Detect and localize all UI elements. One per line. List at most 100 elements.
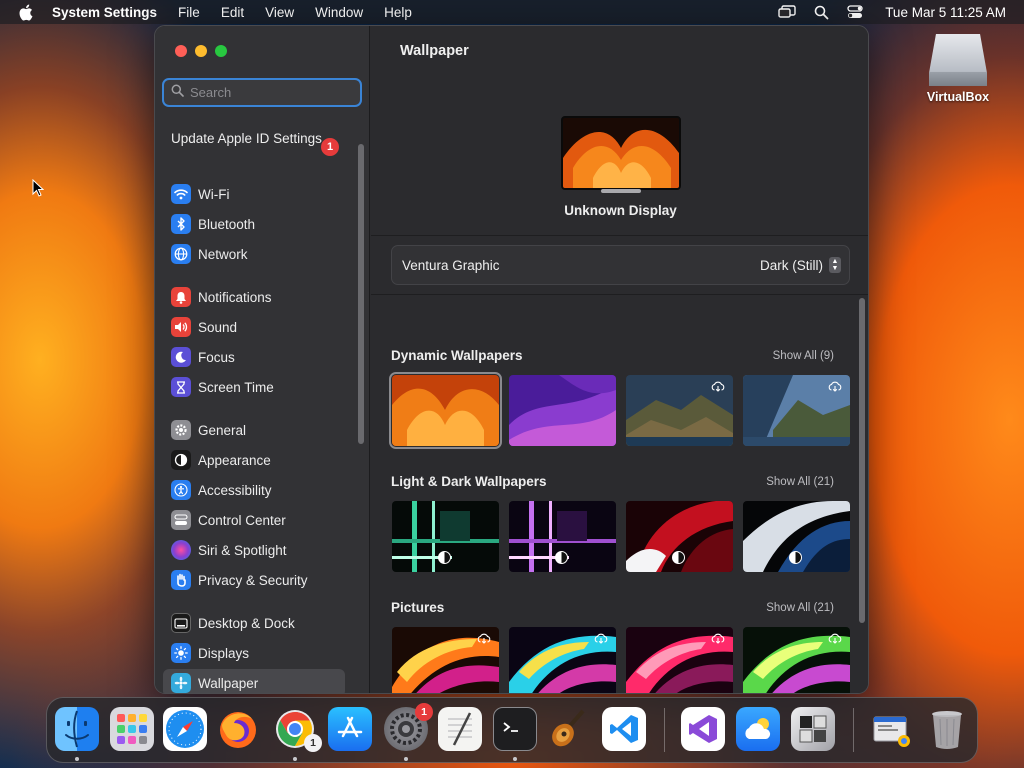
trash-icon[interactable]	[925, 707, 969, 751]
sidebar-item-label: Displays	[198, 645, 250, 661]
utility-icon[interactable]	[791, 707, 835, 751]
control-center-icon[interactable]	[847, 5, 863, 19]
safari-icon[interactable]	[163, 707, 207, 751]
wallpaper-thumb-ventura[interactable]	[389, 372, 502, 449]
sidebar-item-wallpaper[interactable]: Wallpaper	[163, 669, 345, 693]
show-all-pictures-button[interactable]: Show All (21)	[766, 602, 834, 614]
sidebar-item-screen-time[interactable]: Screen Time	[163, 373, 345, 401]
dock: 1 1	[46, 697, 978, 763]
hourglass-icon	[171, 377, 191, 397]
dock-separator	[853, 708, 854, 752]
dock-separator	[664, 708, 665, 752]
download-cloud-icon[interactable]	[594, 631, 608, 649]
sidebar-item-label: Accessibility	[198, 482, 272, 498]
sidebar-item-general[interactable]: General	[163, 416, 345, 444]
menu-help[interactable]: Help	[384, 5, 412, 20]
display-preview-monitor[interactable]	[561, 116, 681, 190]
sidebar-scrollbar[interactable]	[358, 144, 364, 444]
spotlight-search-icon[interactable]	[814, 5, 829, 20]
wallpaper-thumb-picture-3[interactable]	[626, 627, 733, 693]
wallpaper-thumb-catalina[interactable]	[743, 375, 850, 446]
wallpaper-thumb-big-sur[interactable]	[626, 375, 733, 446]
visual-studio-icon[interactable]	[681, 707, 725, 751]
sidebar-item-appearance[interactable]: Appearance	[163, 446, 345, 474]
notification-badge: 1	[321, 138, 339, 156]
close-window-button[interactable]	[175, 45, 187, 57]
sidebar: Update Apple ID Settings 1 Wi-Fi Bluetoo…	[155, 26, 370, 693]
wallpaper-thumb-light-dark-1[interactable]	[392, 501, 499, 572]
sidebar-item-sound[interactable]: Sound	[163, 313, 345, 341]
menu-view[interactable]: View	[265, 5, 294, 20]
wallpaper-thumb-picture-4[interactable]	[743, 627, 850, 693]
search-field[interactable]	[162, 78, 362, 107]
appearance-mode-popup[interactable]: Dark (Still)	[760, 258, 823, 273]
desktop-icon-virtualbox[interactable]: VirtualBox	[918, 34, 998, 104]
download-cloud-icon[interactable]	[711, 631, 725, 649]
apple-menu-icon[interactable]	[18, 4, 36, 21]
download-cloud-icon[interactable]	[477, 631, 491, 649]
download-cloud-icon[interactable]	[828, 379, 842, 397]
sidebar-item-label: Desktop & Dock	[198, 615, 295, 631]
wallpaper-thumb-light-dark-2[interactable]	[509, 501, 616, 572]
sidebar-item-label: Wallpaper	[198, 675, 259, 691]
sidebar-item-displays[interactable]: Displays	[163, 639, 345, 667]
guitar-icon[interactable]	[547, 707, 591, 751]
moon-icon	[171, 347, 191, 367]
sun-icon	[171, 643, 191, 663]
bluetooth-icon	[171, 214, 191, 234]
control-center-icon	[171, 510, 191, 530]
sidebar-item-notifications[interactable]: Notifications	[163, 283, 345, 311]
desktop-icon-label: VirtualBox	[926, 90, 990, 104]
search-input[interactable]	[190, 85, 350, 100]
download-cloud-icon[interactable]	[711, 379, 725, 397]
sidebar-item-privacy-security[interactable]: Privacy & Security	[163, 566, 345, 594]
textedit-icon[interactable]	[438, 707, 482, 751]
sidebar-item-wifi[interactable]: Wi-Fi	[163, 180, 345, 208]
chrome-apps-folder-icon[interactable]	[870, 707, 914, 751]
sidebar-item-network[interactable]: Network	[163, 240, 345, 268]
content-scrollbar[interactable]	[859, 298, 865, 623]
wallpaper-thumb-light-dark-3[interactable]	[626, 501, 733, 572]
sidebar-item-label: Focus	[198, 349, 235, 365]
sidebar-item-siri-spotlight[interactable]: Siri & Spotlight	[163, 536, 345, 564]
sidebar-item-control-center[interactable]: Control Center	[163, 506, 345, 534]
app-store-icon[interactable]	[328, 707, 372, 751]
minimize-window-button[interactable]	[195, 45, 207, 57]
wallpaper-gallery: Dynamic Wallpapers Show All (9) Light & …	[371, 296, 868, 693]
sidebar-item-bluetooth[interactable]: Bluetooth	[163, 210, 345, 238]
menu-bar: System Settings File Edit View Window He…	[0, 0, 1024, 24]
zoom-window-button[interactable]	[215, 45, 227, 57]
vscode-icon[interactable]	[602, 707, 646, 751]
app-menu-system-settings[interactable]: System Settings	[52, 5, 157, 20]
sidebar-item-label: Siri & Spotlight	[198, 542, 287, 558]
light-dark-icon	[555, 551, 568, 564]
menu-window[interactable]: Window	[315, 5, 363, 20]
siri-icon	[171, 540, 191, 560]
wallpaper-thumb-monterey[interactable]	[509, 375, 616, 446]
sidebar-item-desktop-dock[interactable]: Desktop & Dock	[163, 609, 345, 637]
accessibility-icon	[171, 480, 191, 500]
launchpad-icon[interactable]	[110, 707, 154, 751]
download-cloud-icon[interactable]	[828, 631, 842, 649]
finder-icon[interactable]	[55, 707, 99, 751]
display-name: Unknown Display	[564, 203, 677, 218]
menu-file[interactable]: File	[178, 5, 200, 20]
show-all-light-dark-button[interactable]: Show All (21)	[766, 476, 834, 488]
popup-chevron-icon[interactable]: ▲ ▼	[829, 257, 841, 273]
wallpaper-thumb-light-dark-4[interactable]	[743, 501, 850, 572]
wallpaper-thumb-picture-2[interactable]	[509, 627, 616, 693]
screen-mirroring-icon[interactable]	[778, 5, 796, 19]
section-title-dynamic: Dynamic Wallpapers	[391, 348, 523, 363]
sidebar-item-accessibility[interactable]: Accessibility	[163, 476, 345, 504]
cloud-sun-icon[interactable]	[736, 707, 780, 751]
menu-edit[interactable]: Edit	[221, 5, 244, 20]
show-all-dynamic-button[interactable]: Show All (9)	[773, 350, 834, 362]
chrome-badge: 1	[304, 734, 322, 752]
firefox-icon[interactable]	[216, 707, 260, 751]
monitor-stand	[601, 189, 641, 193]
wallpaper-thumb-picture-1[interactable]	[392, 627, 499, 693]
menu-bar-clock[interactable]: Tue Mar 5 11:25 AM	[885, 5, 1006, 20]
sidebar-item-focus[interactable]: Focus	[163, 343, 345, 371]
terminal-icon[interactable]	[493, 707, 537, 751]
sidebar-item-label: Sound	[198, 319, 238, 335]
